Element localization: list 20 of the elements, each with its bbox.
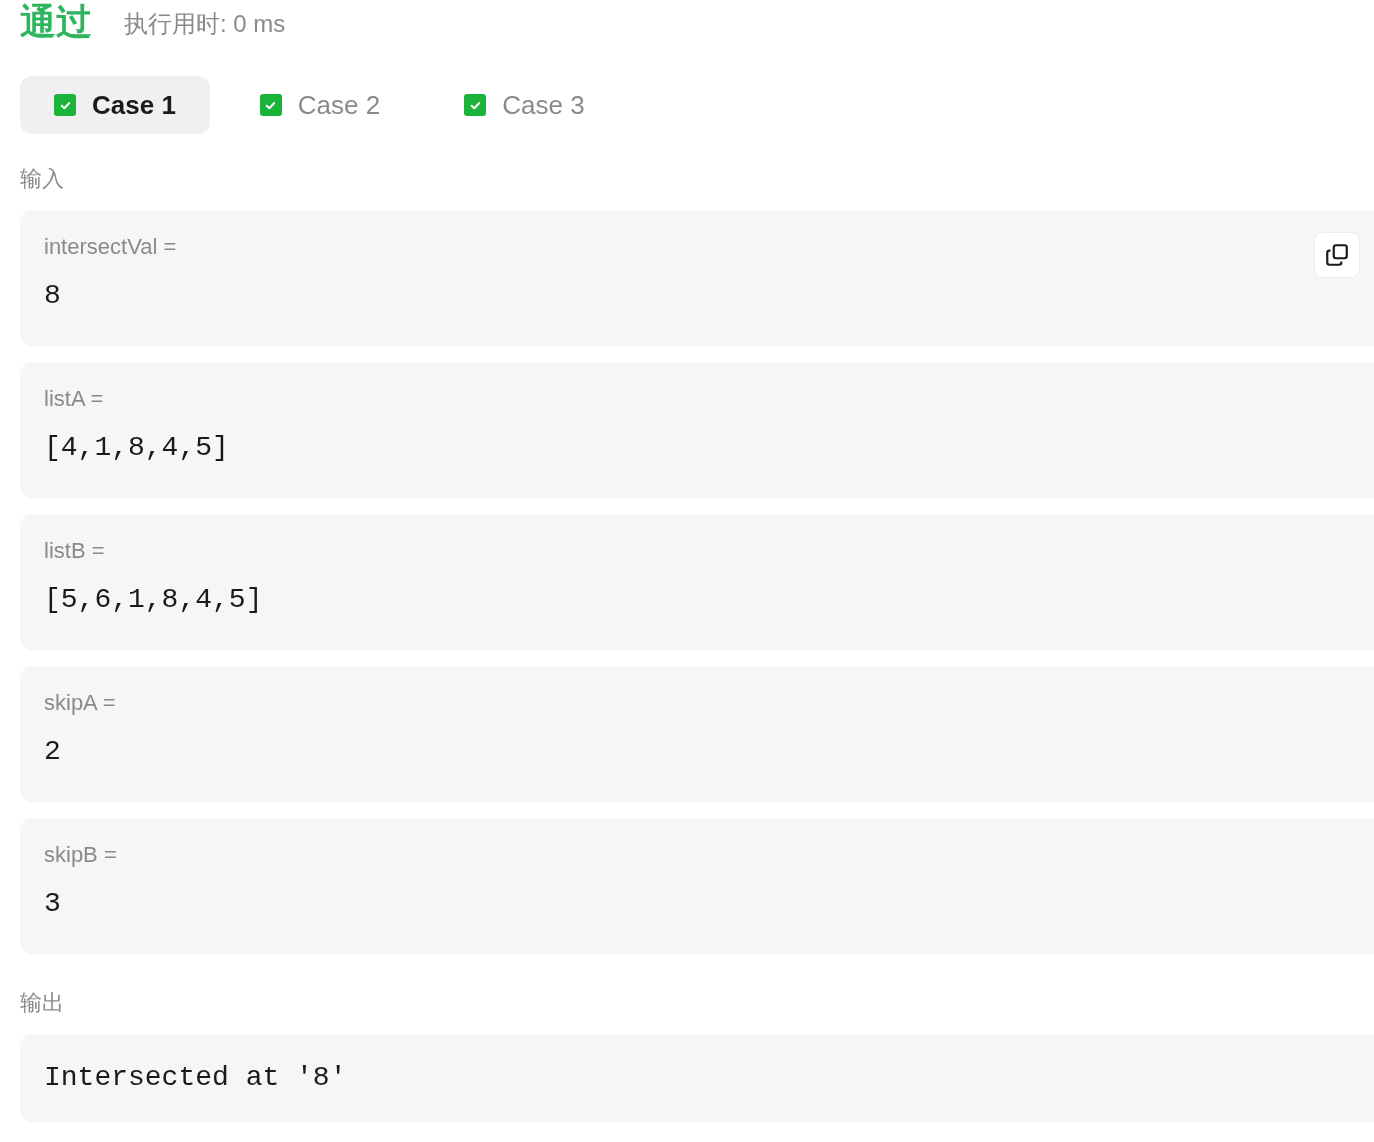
param-value: [5,6,1,8,4,5] <box>44 586 263 614</box>
param-label: skipA = <box>44 692 116 714</box>
section-heading: 输入 <box>20 168 65 190</box>
param-label: listA = <box>44 388 104 410</box>
copy-icon <box>1324 242 1350 268</box>
param-label: listB = <box>44 540 105 562</box>
param-value: 3 <box>44 890 61 918</box>
case-tab[interactable]: Case 2 <box>225 76 415 134</box>
runtime-text: 执行用时: 0 ms <box>124 12 286 36</box>
param-value: 2 <box>44 738 61 766</box>
param-label: skipB = <box>44 844 117 866</box>
param-label: intersectVal = <box>44 236 177 258</box>
case-tab[interactable]: Case 3 <box>430 76 619 134</box>
copy-button[interactable] <box>1314 232 1360 278</box>
param-value: [4,1,8,4,5] <box>44 434 229 462</box>
section-heading: 输出 <box>20 992 65 1014</box>
output-value: Intersected at '8' <box>44 1061 347 1095</box>
param-value: 8 <box>44 282 61 310</box>
case-tab[interactable]: Case 1 <box>20 76 210 134</box>
status-title: 通过 <box>20 4 92 40</box>
